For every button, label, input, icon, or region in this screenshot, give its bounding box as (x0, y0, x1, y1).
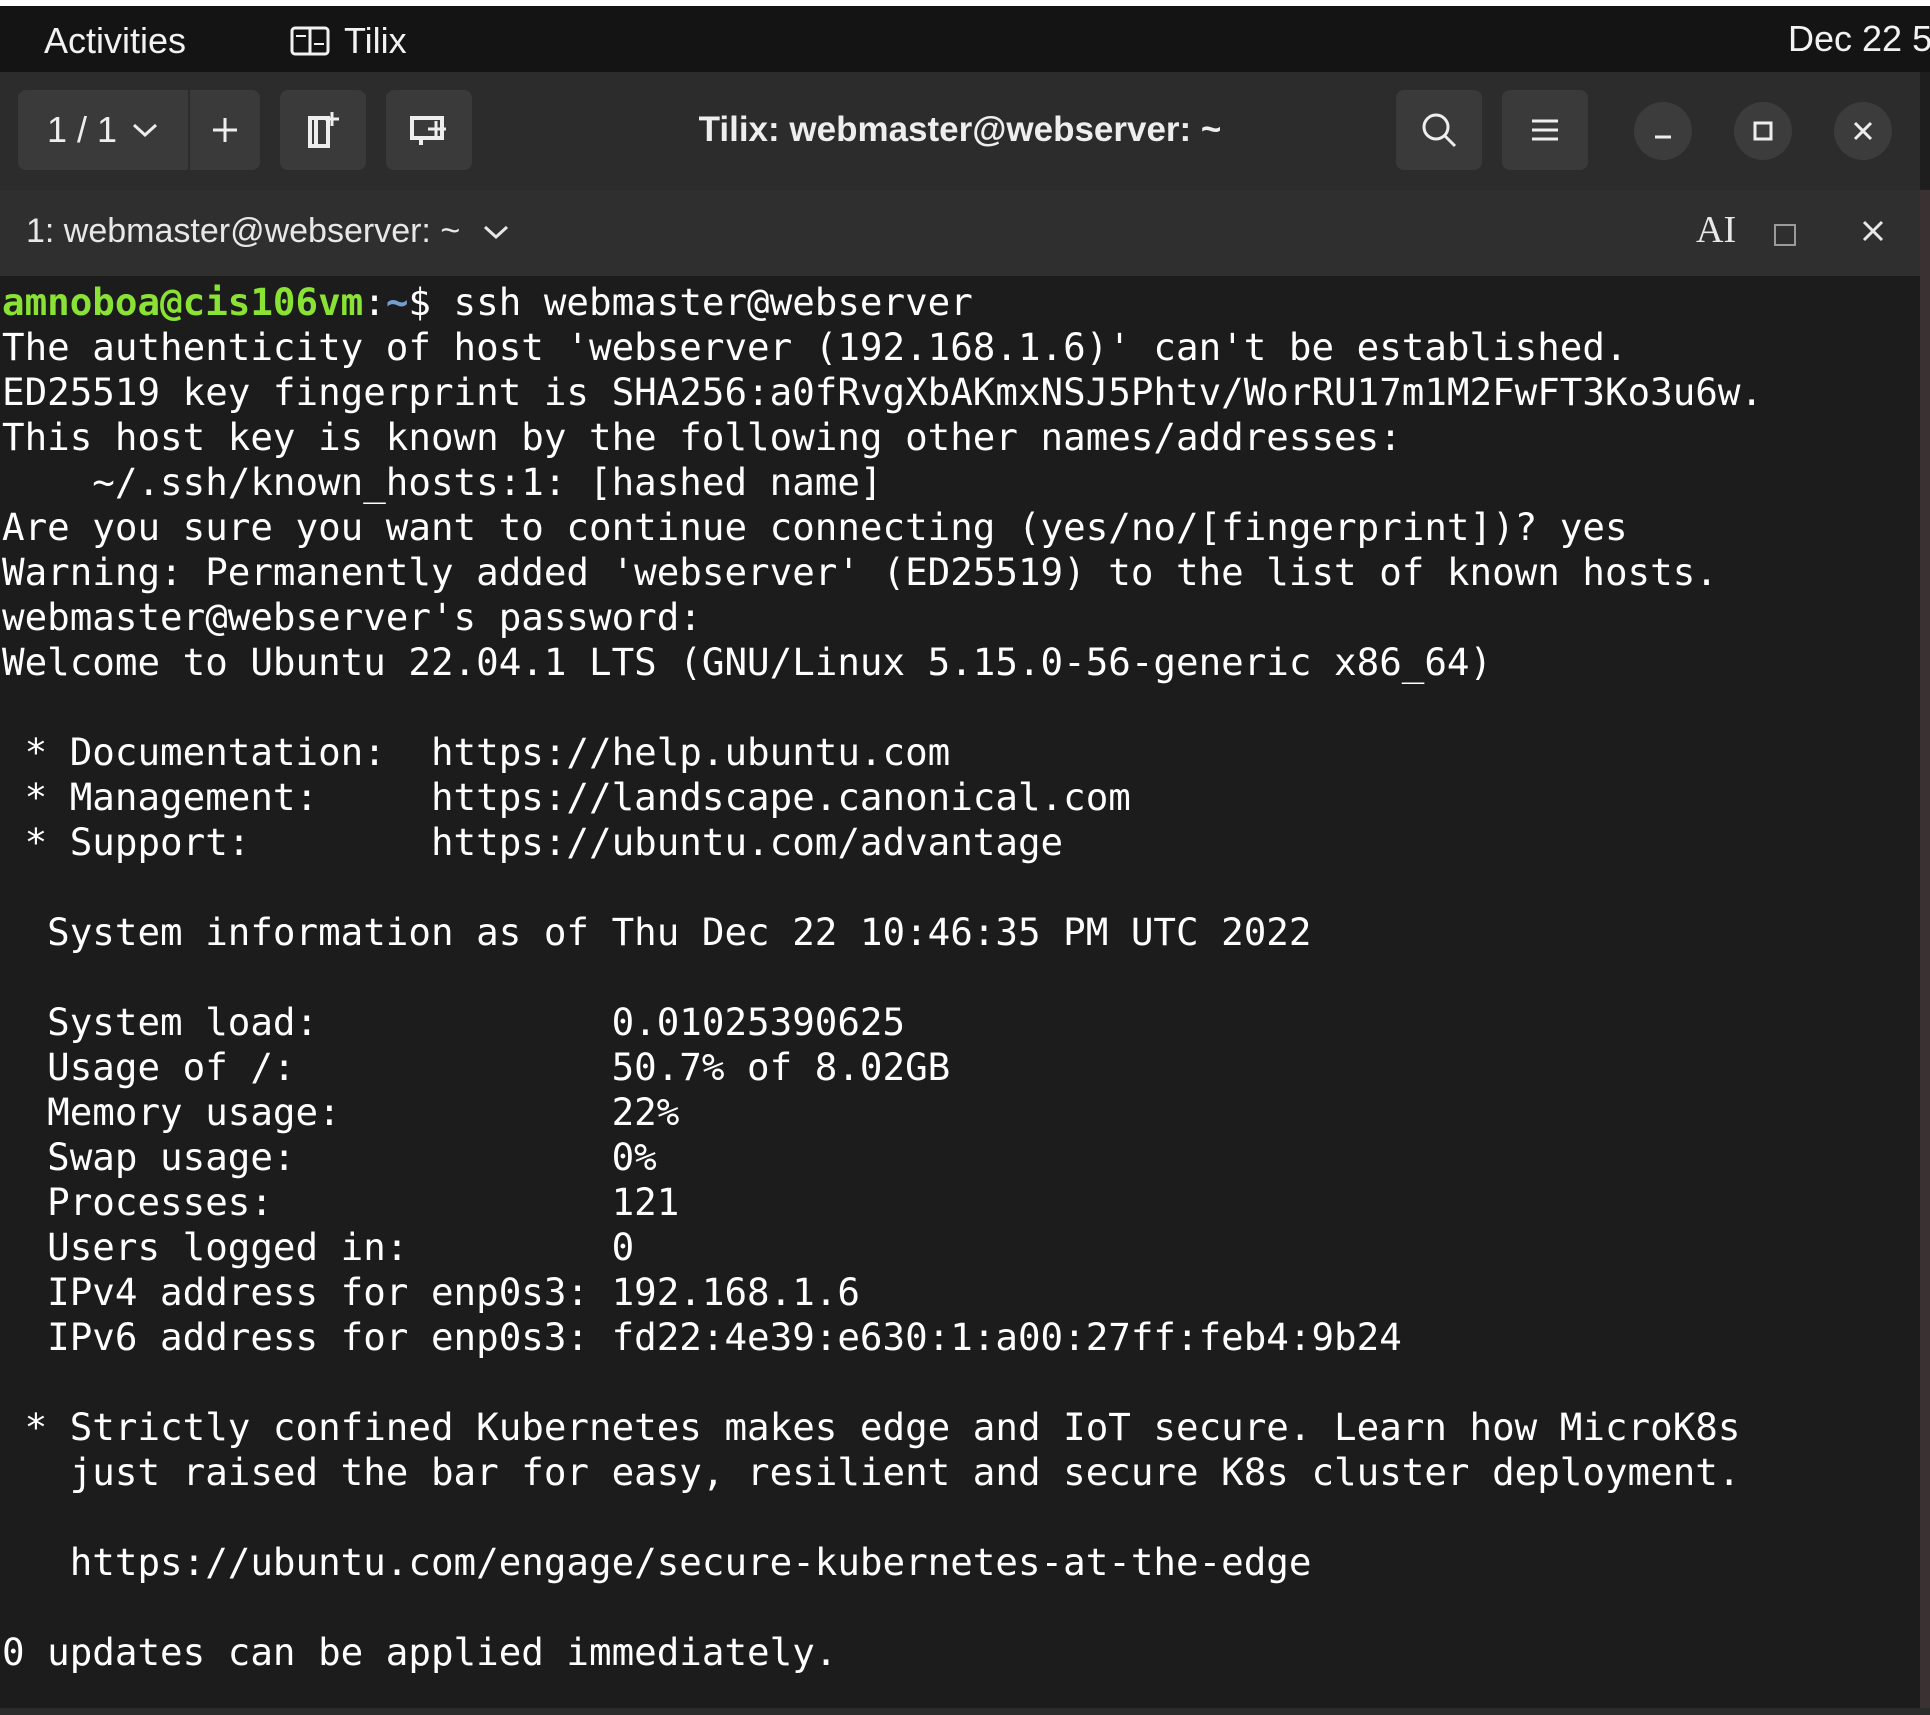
prompt-line: amnoboa@cis106vm:~$ ssh webmaster@webser… (2, 280, 1763, 325)
terminal-line: System load: 0.01025390625 (2, 1000, 906, 1044)
add-terminal-icon (410, 116, 446, 145)
chevron-down-icon (133, 123, 158, 138)
terminal-titlebar: 1: webmaster@webserver: ~ AI (0, 190, 1920, 276)
terminal-line: just raised the bar for easy, resilient … (2, 1450, 1741, 1494)
top-bar: Activities Tilix Dec 22 5 (0, 0, 1930, 72)
terminal-line: Memory usage: 22% (2, 1090, 680, 1134)
minimize-icon (1655, 135, 1671, 139)
add-session-button[interactable] (190, 90, 260, 170)
session-switcher-button[interactable]: 1 / 1 (18, 90, 188, 170)
terminal-line: Welcome to Ubuntu 22.04.1 LTS (GNU/Linux… (2, 640, 1493, 684)
terminal-line: * Documentation: https://help.ubuntu.com (2, 730, 951, 774)
prompt-path: ~ (385, 280, 409, 324)
terminal-line: * Support: https://ubuntu.com/advantage (2, 820, 1064, 864)
prompt-symbol: $ (408, 280, 431, 324)
minimize-button[interactable] (1634, 102, 1692, 160)
terminal-line: Processes: 121 (2, 1180, 680, 1224)
terminal-line: System information as of Thu Dec 22 10:4… (2, 910, 1312, 954)
terminal-line: This host key is known by the following … (2, 415, 1402, 459)
terminal-line: IPv4 address for enp0s3: 192.168.1.6 (2, 1270, 860, 1314)
terminal-line: 0 updates can be applied immediately. (2, 1630, 838, 1674)
close-icon (1862, 220, 1884, 242)
search-icon (1422, 113, 1457, 148)
session-counter: 1 / 1 (46, 109, 118, 150)
window-edge (1920, 190, 1930, 1715)
terminal-line: Usage of /: 50.7% of 8.02GB (2, 1045, 951, 1089)
prompt-command: ssh webmaster@webserver (430, 280, 973, 324)
activities-button[interactable]: Activities (44, 20, 186, 62)
terminal-close-button[interactable] (1860, 214, 1886, 253)
terminal-line: * Management: https://landscape.canonica… (2, 775, 1131, 819)
terminal-line: IPv6 address for enp0s3: fd22:4e39:e630:… (2, 1315, 1402, 1359)
terminal-line: Users logged in: 0 (2, 1225, 635, 1269)
app-name: Tilix (344, 20, 407, 61)
terminal-line: ~/.ssh/known_hosts:1: [hashed name] (2, 460, 883, 504)
terminal-line: Swap usage: 0% (2, 1135, 657, 1179)
main-menu-button[interactable] (1502, 90, 1588, 170)
desktop-screen: Activities Tilix Dec 22 5 1 / 1 Tilix: w… (0, 0, 1930, 1715)
plus-icon (213, 118, 237, 142)
clock[interactable]: Dec 22 5 (1788, 18, 1930, 60)
terminal-title: 1: webmaster@webserver: ~ (26, 212, 461, 250)
terminal-line: ED25519 key fingerprint is SHA256:a0fRvg… (2, 370, 1763, 414)
terminal-line: * Strictly confined Kubernetes makes edg… (2, 1405, 1741, 1449)
window-title: Tilix: webmaster@webserver: ~ (698, 110, 1222, 149)
terminal-app-icon (290, 26, 330, 56)
terminal-title-menu[interactable]: 1: webmaster@webserver: ~ (26, 212, 510, 251)
maximize-button[interactable] (1734, 102, 1792, 160)
close-button[interactable] (1834, 102, 1892, 160)
bottom-edge (0, 1708, 1930, 1715)
app-menu[interactable]: Tilix (290, 20, 407, 62)
terminal-line: The authenticity of host 'webserver (192… (2, 325, 1628, 369)
terminal-line: https://ubuntu.com/engage/secure-kuberne… (2, 1540, 1312, 1584)
find-button[interactable] (1396, 90, 1482, 170)
header-bar: 1 / 1 Tilix: webmaster@webserver: ~ (0, 72, 1920, 191)
terminal-maximize-icon[interactable] (1774, 224, 1796, 246)
add-terminal-button[interactable] (386, 90, 472, 170)
terminal-output[interactable]: amnoboa@cis106vm:~$ ssh webmaster@webser… (0, 276, 1920, 1708)
terminal-line: Are you sure you want to continue connec… (2, 505, 1628, 549)
terminal-line: Warning: Permanently added 'webserver' (… (2, 550, 1718, 594)
hamburger-icon (1532, 119, 1558, 141)
sidebar-toggle-button[interactable] (280, 90, 366, 170)
terminal-lines: amnoboa@cis106vm:~$ ssh webmaster@webser… (2, 280, 1763, 1675)
prompt-user-host: amnoboa@cis106vm (2, 280, 364, 324)
terminal-line: webmaster@webserver's password: (2, 595, 702, 639)
sidebar-icon (308, 112, 339, 148)
read-only-toggle[interactable]: AI (1696, 208, 1736, 252)
close-icon (1853, 121, 1873, 141)
prompt-separator: : (363, 280, 386, 324)
chevron-down-icon (484, 225, 509, 239)
maximize-icon (1753, 121, 1773, 141)
